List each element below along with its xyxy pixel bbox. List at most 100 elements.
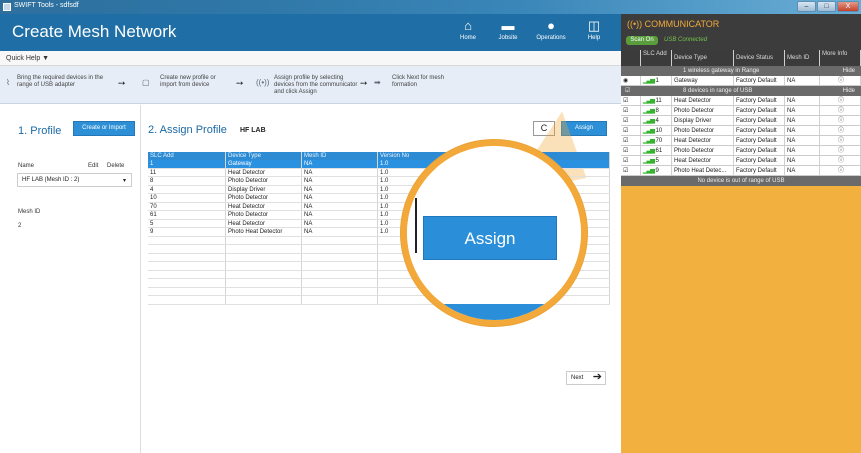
device-row[interactable]: ☑ ▁▃▅ 61 Photo Detector Factory Default NA ⓘ xyxy=(621,146,861,156)
info-icon[interactable]: ⓘ xyxy=(820,166,861,175)
gateway-row[interactable]: ◉ ▁▃▅ 1 Gateway Factory Default NA ⓘ xyxy=(621,76,861,86)
help-label: Help xyxy=(587,35,601,41)
help-button[interactable]: ◫ Help xyxy=(572,17,616,48)
gateway-group-header: 1 wireless gateway in Range Hide xyxy=(621,66,861,76)
device-type: Heat Detector xyxy=(672,96,734,105)
table-cell: NA xyxy=(302,219,378,227)
device-status: Factory Default xyxy=(734,106,785,115)
quick-help-bar[interactable]: Quick Help ▼ xyxy=(0,51,621,66)
table-cell: NA xyxy=(302,168,378,176)
table-cell xyxy=(148,296,226,304)
table-cell: Heat Detector xyxy=(226,168,302,176)
checkbox-icon[interactable]: ☑ xyxy=(621,96,641,105)
scan-toggle[interactable]: Scan On xyxy=(626,36,658,45)
profile-select[interactable]: HF LAB (Mesh ID : 2) ▾ xyxy=(17,173,132,187)
device-mesh: NA xyxy=(785,96,820,105)
checkbox-icon[interactable]: ☑ xyxy=(621,106,641,115)
help-steps: ⌇ Bring the required devices in the rang… xyxy=(0,66,621,104)
checkbox-icon[interactable]: ☑ xyxy=(621,146,641,155)
operations-label: Operations xyxy=(536,35,566,41)
app-header: Create Mesh Network ⌂ Home ▬ Jobsite ● O… xyxy=(0,14,621,51)
device-type: Display Driver xyxy=(672,116,734,125)
device-row[interactable]: ☑ ▁▃▅ 70 Heat Detector Factory Default NA ⓘ xyxy=(621,136,861,146)
minimize-button[interactable]: – xyxy=(797,1,816,12)
col-slc-add: SLC Add xyxy=(148,152,226,160)
signal-icon: ▁▃▅ xyxy=(643,128,655,134)
info-icon[interactable]: ⓘ xyxy=(820,96,861,105)
checkbox-icon[interactable]: ☑ xyxy=(621,126,641,135)
device-row[interactable]: ☑ ▁▃▅ 11 Heat Detector Factory Default NA ⓘ xyxy=(621,96,861,106)
communicator-title: ((•)) COMMUNICATOR xyxy=(627,19,720,29)
table-cell: NA xyxy=(302,160,378,168)
gateway-type: Gateway xyxy=(672,76,734,85)
next-button[interactable]: Next ➔ xyxy=(566,371,606,385)
info-icon[interactable]: ⓘ xyxy=(820,156,861,165)
close-button[interactable]: X xyxy=(837,1,859,12)
step-2: Create new profile or import from device xyxy=(160,75,216,88)
gateway-group-label: 1 wireless gateway in Range xyxy=(683,68,760,74)
info-icon[interactable]: ⓘ xyxy=(820,116,861,125)
device-row[interactable]: ☑ ▁▃▅ 8 Photo Detector Factory Default NA ⓘ xyxy=(621,106,861,116)
table-cell xyxy=(302,253,378,261)
checkbox-icon[interactable]: ☑ xyxy=(621,156,641,165)
checkbox-all[interactable]: ☑ xyxy=(625,87,630,94)
file-icon: ▢ xyxy=(142,78,150,87)
device-type: Photo Detector xyxy=(672,126,734,135)
maximize-button[interactable]: □ xyxy=(817,1,836,12)
device-status: Factory Default xyxy=(734,166,785,175)
create-import-button[interactable]: Create or Import xyxy=(73,121,135,136)
checkbox-icon[interactable]: ☑ xyxy=(621,166,641,175)
device-type: Photo Heat Detec... xyxy=(672,166,734,175)
info-icon[interactable]: ⓘ xyxy=(820,106,861,115)
home-icon: ⌂ xyxy=(464,18,472,33)
radio-icon[interactable]: ◉ xyxy=(621,76,641,85)
info-icon[interactable]: ⓘ xyxy=(820,136,861,145)
page-title: Create Mesh Network xyxy=(12,22,177,41)
table-cell: NA xyxy=(302,185,378,193)
rss-icon: ⌇ xyxy=(6,78,10,87)
device-status: Factory Default xyxy=(734,96,785,105)
device-status: Factory Default xyxy=(734,146,785,155)
hide-gateway-toggle[interactable]: Hide xyxy=(843,68,855,74)
checkbox-icon[interactable]: ☑ xyxy=(621,136,641,145)
operations-button[interactable]: ● Operations xyxy=(529,17,573,48)
table-cell xyxy=(226,279,302,287)
table-cell xyxy=(148,245,226,253)
table-cell: 61 xyxy=(148,211,226,219)
info-icon[interactable]: ⓘ xyxy=(820,146,861,155)
device-row[interactable]: ☑ ▁▃▅ 9 Photo Heat Detec... Factory Default… xyxy=(621,166,861,176)
hide-usb-toggle[interactable]: Hide xyxy=(843,88,855,94)
table-cell xyxy=(302,296,378,304)
device-slc-value: 11 xyxy=(655,98,662,104)
device-row[interactable]: ☑ ▁▃▅ 4 Display Driver Factory Default NA ⓘ xyxy=(621,116,861,126)
profile-section-title: 1. Profile xyxy=(18,125,62,137)
device-slc-value: 10 xyxy=(655,128,663,134)
device-status: Factory Default xyxy=(734,116,785,125)
home-button[interactable]: ⌂ Home xyxy=(446,17,490,48)
table-cell xyxy=(226,287,302,295)
device-slc: ▁▃▅ 70 xyxy=(641,136,672,145)
delete-label[interactable]: Delete xyxy=(107,163,124,169)
quick-help-toggle[interactable]: Quick Help ▼ xyxy=(6,55,49,62)
table-cell xyxy=(226,253,302,261)
gateway-slc-value: 1 xyxy=(655,78,659,84)
device-row[interactable]: ☑ ▁▃▅ 5 Heat Detector Factory Default NA ⓘ xyxy=(621,156,861,166)
col-select xyxy=(621,50,641,66)
col-device-type: Device Type xyxy=(226,152,302,160)
table-cell xyxy=(148,270,226,278)
table-cell: 9 xyxy=(148,228,226,236)
info-icon[interactable]: ⓘ xyxy=(820,76,861,85)
chevron-down-icon: ▾ xyxy=(122,178,126,184)
device-slc-value: 5 xyxy=(655,158,659,164)
table-cell: Display Driver xyxy=(226,185,302,193)
device-row[interactable]: ☑ ▁▃▅ 10 Photo Detector Factory Default NA ⓘ xyxy=(621,126,861,136)
arrow-right-icon: ➙ xyxy=(360,78,368,88)
zoom-partial-label: ign xyxy=(407,304,581,320)
edit-label[interactable]: Edit xyxy=(88,163,98,169)
profile-select-value: HF LAB (Mesh ID : 2) xyxy=(22,177,80,183)
checkbox-icon[interactable]: ☑ xyxy=(621,116,641,125)
device-mesh: NA xyxy=(785,166,820,175)
info-icon[interactable]: ⓘ xyxy=(820,126,861,135)
table-cell xyxy=(148,287,226,295)
jobsite-button[interactable]: ▬ Jobsite xyxy=(486,17,530,48)
